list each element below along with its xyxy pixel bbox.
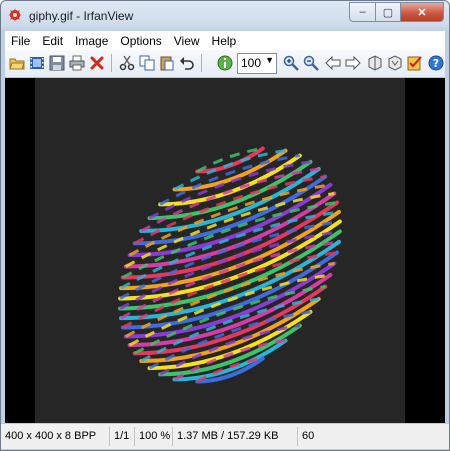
minimize-button[interactable]: – [349, 2, 376, 22]
svg-text:?: ? [433, 57, 439, 70]
info-icon[interactable] [217, 55, 233, 71]
minimize-icon: – [359, 6, 366, 18]
menu-options[interactable]: Options [120, 31, 161, 50]
menu-view[interactable]: View [174, 31, 200, 50]
client-area: File Edit Image Options View Help 100 ▼ [5, 31, 445, 447]
zoom-out-icon[interactable] [303, 55, 319, 71]
status-zoom: 100 % [135, 427, 173, 446]
status-page: 1/1 [110, 427, 135, 446]
maximize-button[interactable]: ▢ [376, 2, 401, 22]
menu-file[interactable]: File [11, 31, 30, 50]
menu-edit[interactable]: Edit [42, 31, 63, 50]
close-icon: ✕ [417, 6, 427, 19]
irfanview-window: giphy.gif - IrfanView – ▢ ✕ File Edit Im… [0, 0, 450, 451]
help-icon[interactable]: ? [428, 55, 444, 71]
zoom-select-value: 100 [241, 56, 262, 70]
cut-icon[interactable] [119, 55, 135, 71]
zoom-in-icon[interactable] [283, 55, 299, 71]
zoom-select[interactable]: 100 ▼ [237, 53, 277, 74]
delete-icon[interactable] [89, 55, 105, 71]
title-bar[interactable]: giphy.gif - IrfanView – ▢ ✕ [1, 1, 449, 31]
open-folder-icon[interactable] [9, 55, 25, 71]
window-title: giphy.gif - IrfanView [29, 9, 134, 23]
toolbar: 100 ▼ ? [5, 50, 445, 78]
menu-bar: File Edit Image Options View Help [5, 31, 445, 50]
status-frame-delay: 60 [302, 430, 315, 442]
copy-icon[interactable] [139, 55, 155, 71]
close-button[interactable]: ✕ [401, 2, 444, 22]
print-icon[interactable] [69, 55, 85, 71]
next-icon[interactable] [345, 55, 361, 71]
rainbow-sphere-image [118, 146, 342, 384]
undo-icon[interactable] [179, 55, 195, 71]
irfanview-app-icon[interactable] [7, 7, 23, 23]
image-canvas[interactable] [5, 78, 445, 447]
previous-icon[interactable] [325, 55, 341, 71]
last-icon[interactable] [387, 55, 403, 71]
checklist-icon[interactable] [407, 55, 423, 71]
save-icon[interactable] [49, 55, 65, 71]
paste-icon[interactable] [159, 55, 175, 71]
status-file-size: 1.37 MB / 157.29 KB [173, 427, 298, 446]
toolbar-separator [111, 54, 112, 72]
menu-help[interactable]: Help [212, 31, 237, 50]
status-bar: 400 x 400 x 8 BPP 1/1 100 % 1.37 MB / 15… [1, 423, 449, 449]
image-viewport [35, 78, 405, 447]
film-strip-icon[interactable] [29, 55, 45, 71]
status-dimensions: 400 x 400 x 8 BPP [1, 427, 110, 446]
chevron-down-icon: ▼ [265, 55, 274, 65]
first-icon[interactable] [367, 55, 383, 71]
menu-image[interactable]: Image [75, 31, 108, 50]
maximize-icon: ▢ [382, 6, 394, 19]
toolbar-separator [201, 54, 202, 72]
